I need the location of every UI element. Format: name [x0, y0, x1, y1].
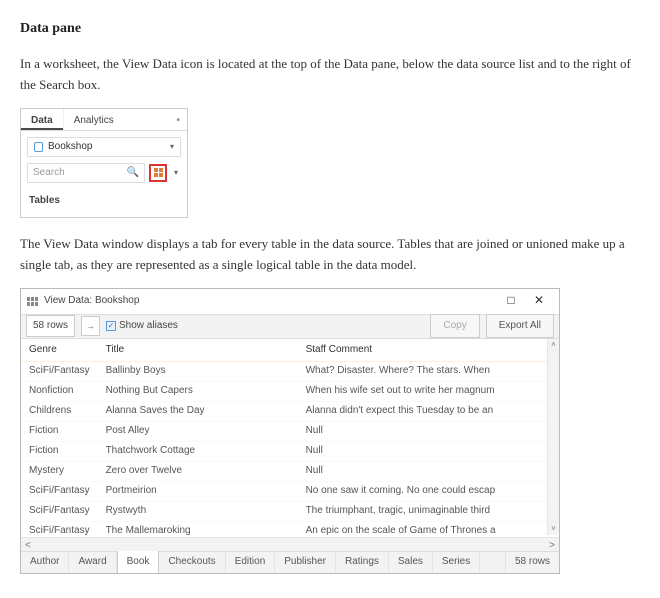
tab-overflow-icon[interactable]: •: [169, 109, 187, 130]
table-icon: [27, 297, 38, 306]
checkbox-checked-icon: ✓: [106, 321, 116, 331]
cell-title: Zero over Twelve: [98, 461, 298, 481]
show-aliases-label: Show aliases: [119, 318, 178, 334]
cell-genre: SciFi/Fantasy: [21, 361, 98, 381]
scroll-left-icon[interactable]: <: [25, 538, 31, 551]
cell-staff-comment: No one saw it coming. No one could escap: [298, 481, 559, 501]
table-row[interactable]: NonfictionNothing But CapersWhen his wif…: [21, 381, 559, 401]
datasource-selector[interactable]: Bookshop ▾: [27, 137, 181, 157]
table-row[interactable]: SciFi/FantasyBallinby BoysWhat? Disaster…: [21, 361, 559, 381]
cell-title: Nothing But Capers: [98, 381, 298, 401]
view-data-window: View Data: Bookshop □ ✕ 58 rows → ✓ Show…: [20, 288, 560, 574]
table-row[interactable]: SciFi/FantasyPortmeirionNo one saw it co…: [21, 481, 559, 501]
cell-staff-comment: What? Disaster. Where? The stars. When: [298, 361, 559, 381]
cell-title: Ballinby Boys: [98, 361, 298, 381]
search-icon: 🔍: [127, 165, 139, 181]
chevron-down-icon: ▾: [170, 141, 174, 154]
datasource-name: Bookshop: [48, 139, 92, 155]
tab-series[interactable]: Series: [433, 551, 480, 573]
tab-sales[interactable]: Sales: [389, 551, 433, 573]
cell-title: Alanna Saves the Day: [98, 401, 298, 421]
col-title[interactable]: Title: [98, 339, 298, 362]
tab-award[interactable]: Award: [69, 551, 116, 573]
tab-data[interactable]: Data: [21, 109, 63, 130]
cell-staff-comment: Null: [298, 461, 559, 481]
maximize-icon[interactable]: □: [497, 291, 525, 310]
cell-staff-comment: Alanna didn't expect this Tuesday to be …: [298, 401, 559, 421]
tables-heading: Tables: [21, 187, 187, 217]
window-titlebar: View Data: Bookshop □ ✕: [21, 289, 559, 315]
cell-title: Rystwyth: [98, 501, 298, 521]
cell-title: Thatchwork Cottage: [98, 441, 298, 461]
cell-genre: Nonfiction: [21, 381, 98, 401]
cell-genre: Fiction: [21, 441, 98, 461]
window-title: View Data: Bookshop: [44, 293, 139, 309]
col-staff-comment[interactable]: Staff Comment: [298, 339, 559, 362]
pane-tabstrip: Data Analytics •: [21, 109, 187, 131]
table-row[interactable]: ChildrensAlanna Saves the DayAlanna didn…: [21, 401, 559, 421]
header-row: Genre Title Staff Comment: [21, 339, 559, 362]
cell-title: Post Alley: [98, 421, 298, 441]
search-placeholder: Search: [33, 165, 65, 181]
intro-paragraph-2: The View Data window displays a tab for …: [20, 234, 640, 276]
tab-book[interactable]: Book: [117, 550, 160, 573]
cell-genre: Childrens: [21, 401, 98, 421]
table-tabstrip: Author Award Book Checkouts Edition Publ…: [21, 551, 559, 573]
row-count-field[interactable]: 58 rows: [26, 315, 75, 337]
table-row[interactable]: FictionPost AlleyNull: [21, 421, 559, 441]
cell-staff-comment: When his wife set out to write her magnu…: [298, 381, 559, 401]
show-aliases-checkbox[interactable]: ✓ Show aliases: [106, 318, 178, 334]
scroll-up-icon[interactable]: ˄: [548, 339, 559, 351]
tab-publisher[interactable]: Publisher: [275, 551, 336, 573]
footer-row-count: 58 rows: [505, 551, 559, 573]
cell-genre: Fiction: [21, 421, 98, 441]
cell-genre: SciFi/Fantasy: [21, 501, 98, 521]
table-row[interactable]: FictionThatchwork CottageNull: [21, 441, 559, 461]
cell-staff-comment: Null: [298, 441, 559, 461]
data-pane-figure: Data Analytics • Bookshop ▾ Search 🔍 ▾ T…: [20, 108, 188, 218]
cell-genre: SciFi/Fantasy: [21, 481, 98, 501]
col-genre[interactable]: Genre: [21, 339, 98, 362]
table-row[interactable]: MysteryZero over TwelveNull: [21, 461, 559, 481]
table-row[interactable]: SciFi/FantasyRystwythThe triumphant, tra…: [21, 501, 559, 521]
intro-paragraph-1: In a worksheet, the View Data icon is lo…: [20, 54, 640, 96]
tab-analytics[interactable]: Analytics: [64, 109, 124, 130]
view-data-dropdown-icon[interactable]: ▾: [171, 167, 181, 180]
section-heading: Data pane: [20, 18, 640, 40]
export-all-button[interactable]: Export All: [486, 314, 554, 338]
tab-ratings[interactable]: Ratings: [336, 551, 389, 573]
cell-title: Portmeirion: [98, 481, 298, 501]
search-input[interactable]: Search 🔍: [27, 163, 145, 183]
view-data-toolbar: 58 rows → ✓ Show aliases Copy Export All: [21, 315, 559, 339]
horizontal-scrollbar[interactable]: < >: [21, 537, 559, 551]
datasource-icon: [34, 142, 43, 152]
close-icon[interactable]: ✕: [525, 291, 553, 310]
scroll-down-icon[interactable]: ˅: [548, 523, 559, 535]
tab-checkouts[interactable]: Checkouts: [159, 551, 225, 573]
cell-genre: Mystery: [21, 461, 98, 481]
copy-button[interactable]: Copy: [430, 314, 479, 338]
vertical-scrollbar[interactable]: ˄ ˅: [547, 339, 559, 535]
row-count-apply-icon[interactable]: →: [81, 316, 100, 336]
data-grid: Genre Title Staff Comment SciFi/FantasyB…: [21, 339, 559, 551]
tab-author[interactable]: Author: [21, 551, 69, 573]
scroll-right-icon[interactable]: >: [549, 538, 555, 551]
view-data-icon[interactable]: [149, 164, 167, 182]
cell-staff-comment: Null: [298, 421, 559, 441]
tab-edition[interactable]: Edition: [226, 551, 276, 573]
cell-staff-comment: The triumphant, tragic, unimaginable thi…: [298, 501, 559, 521]
